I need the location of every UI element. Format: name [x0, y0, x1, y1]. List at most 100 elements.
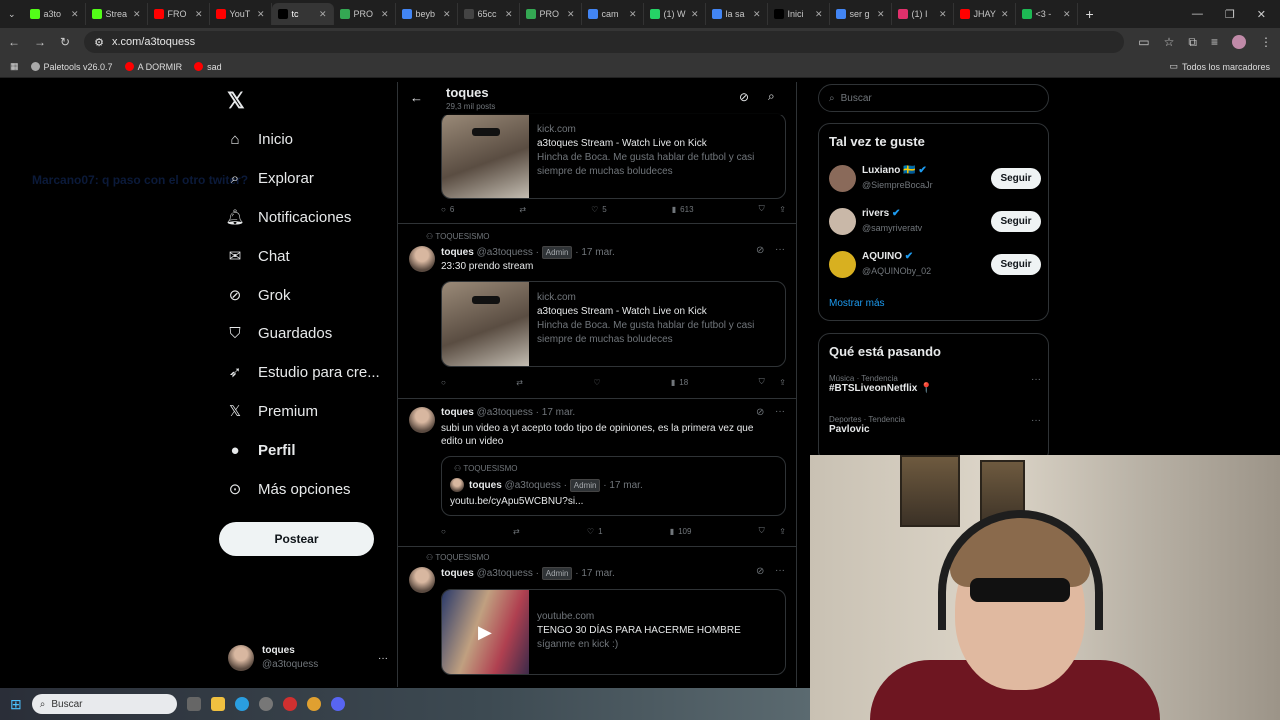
more-icon[interactable]: ··· — [1031, 415, 1041, 426]
close-tab-icon[interactable]: ✕ — [1063, 9, 1071, 20]
browser-tab[interactable]: beyb ✕ — [396, 3, 458, 25]
tweet[interactable]: ⚇ TOQUESISMO toques @a3toquess · Admin ·… — [398, 224, 796, 399]
close-tab-icon[interactable]: ✕ — [691, 9, 699, 20]
repost-button[interactable]: ⇄ — [513, 527, 520, 536]
browser-tab[interactable]: la sa ✕ — [706, 3, 768, 25]
url-input[interactable]: ⚙ x.com/a3toquess — [84, 31, 1125, 53]
windows-start-icon[interactable]: ⊞ — [10, 696, 22, 713]
close-tab-icon[interactable]: ✕ — [381, 9, 389, 20]
apps-icon[interactable]: ▦ — [10, 61, 19, 72]
close-tab-icon[interactable]: ✕ — [567, 9, 575, 20]
file-explorer-icon[interactable] — [210, 697, 225, 711]
nav-item[interactable]: ⌂ Inicio — [226, 130, 293, 148]
close-tab-icon[interactable]: ✕ — [71, 9, 79, 20]
like-button[interactable]: ♡ 1 — [587, 527, 603, 536]
bookmark-item[interactable]: Paletools v26.0.7 — [30, 62, 113, 72]
close-tab-icon[interactable]: ✕ — [257, 9, 265, 20]
follow-button[interactable]: Seguir — [991, 253, 1041, 275]
back-arrow-icon[interactable]: ← — [410, 90, 423, 105]
media-icon[interactable]: ≡ — [1211, 35, 1218, 49]
show-more-link[interactable]: Mostrar más — [829, 298, 885, 309]
video-card[interactable]: ▶ youtube.com TENGO 30 DÍAS PARA HACERME… — [441, 589, 786, 675]
follow-button[interactable]: Seguir — [991, 210, 1041, 232]
nav-item[interactable]: 𝕏 Premium — [226, 402, 318, 421]
close-tab-icon[interactable]: ✕ — [319, 9, 327, 20]
author-handle[interactable]: @a3toquess — [477, 407, 533, 418]
bookmark-item[interactable]: A DORMIR — [124, 62, 182, 72]
browser-tab[interactable]: cam ✕ — [582, 3, 644, 25]
browser-tab[interactable]: PRO ✕ — [334, 3, 396, 25]
browser-tab[interactable]: ser g ✕ — [830, 3, 892, 25]
all-bookmarks[interactable]: ▭ Todos los marcadores — [1169, 61, 1270, 72]
discord-icon[interactable] — [330, 697, 345, 711]
trend-item[interactable]: Deportes · Tendencia Pavlovic ··· — [829, 415, 1041, 435]
post-button[interactable]: Postear — [219, 522, 374, 556]
share-icon[interactable]: ⇪ — [779, 378, 786, 387]
browser-tab[interactable]: PRO ✕ — [520, 3, 582, 25]
reload-icon[interactable]: ↻ — [60, 35, 70, 49]
edge-icon[interactable] — [234, 697, 249, 711]
browser-tab[interactable]: (1) I ✕ — [892, 3, 954, 25]
bookmark-icon[interactable]: ⛉ — [759, 526, 765, 536]
nav-item[interactable]: ⊙ Más opciones — [226, 480, 351, 499]
maximize-icon[interactable]: ❐ — [1225, 8, 1235, 21]
bookmark-icon[interactable]: ⛉ — [759, 377, 765, 387]
back-icon[interactable]: ← — [8, 35, 20, 49]
bookmark-item[interactable]: sad — [194, 62, 222, 72]
browser-tab[interactable]: <3 - ✕ — [1016, 3, 1078, 25]
quote-text[interactable]: youtu.be/cyApu5WCBNU?si... — [450, 496, 583, 507]
link-card[interactable]: kick.com a3toques Stream - Watch Live on… — [441, 113, 786, 199]
more-icon[interactable]: ··· — [775, 244, 785, 255]
task-view-icon[interactable] — [186, 697, 201, 711]
repost-button[interactable]: ⇄ — [516, 378, 523, 387]
forward-icon[interactable]: → — [34, 35, 46, 49]
like-button[interactable]: ♡ 5 — [591, 205, 607, 214]
tweet-date[interactable]: 17 mar. — [581, 247, 614, 258]
nav-item[interactable]: ⊘ Grok — [226, 286, 291, 305]
chrome-icon[interactable] — [306, 697, 321, 711]
settings-icon[interactable] — [258, 697, 273, 711]
minimize-icon[interactable]: — — [1192, 8, 1203, 21]
star-icon[interactable]: ☆ — [1164, 35, 1175, 49]
close-tab-icon[interactable]: ✕ — [1001, 9, 1009, 20]
extensions-icon[interactable]: ⧉ — [1188, 35, 1197, 50]
search-icon[interactable]: ⌕ — [768, 89, 775, 104]
views-button[interactable]: ▮ 613 — [672, 205, 694, 214]
avatar[interactable] — [409, 407, 435, 433]
grok-icon[interactable]: ⊘ — [756, 566, 764, 577]
browser-tab[interactable]: YouT ✕ — [210, 3, 272, 25]
views-button[interactable]: ▮ 109 — [670, 527, 692, 536]
like-button[interactable]: ♡ — [593, 378, 600, 387]
grok-icon[interactable]: ⊘ — [756, 407, 764, 418]
profile-avatar[interactable] — [1232, 35, 1246, 49]
follow-button[interactable]: Seguir — [991, 167, 1041, 189]
close-tab-icon[interactable]: ✕ — [133, 9, 141, 20]
trend-item[interactable]: Música · Tendencia #BTSLiveonNetflix 📍 ··· — [829, 374, 1041, 394]
bookmark-icon[interactable]: ⛉ — [759, 204, 765, 214]
suggestion-row[interactable]: rivers ✔ @samyriveratv Seguir — [829, 207, 1041, 235]
link-card[interactable]: kick.com a3toques Stream - Watch Live on… — [441, 281, 786, 367]
cast-icon[interactable]: ▭ — [1138, 35, 1149, 49]
close-tab-icon[interactable]: ✕ — [877, 9, 885, 20]
author-handle[interactable]: @a3toquess — [477, 247, 533, 258]
browser-tab[interactable]: Strea ✕ — [86, 3, 148, 25]
nav-item[interactable]: ⌕ Explorar — [226, 169, 314, 187]
close-tab-icon[interactable]: ✕ — [939, 9, 947, 20]
avatar[interactable] — [409, 246, 435, 272]
share-icon[interactable]: ⇪ — [779, 527, 786, 536]
tweet[interactable]: toques @a3toquess · 17 mar. ⊘ ··· subi u… — [398, 399, 796, 547]
nav-item[interactable]: ➶ Estudio para cre... — [226, 363, 380, 382]
reply-button[interactable]: ○ — [441, 527, 446, 536]
more-icon[interactable]: ··· — [775, 565, 785, 576]
nav-item[interactable]: 🔔︎ Notificaciones — [225, 208, 351, 227]
close-tab-icon[interactable]: ✕ — [815, 9, 823, 20]
nav-item[interactable]: ⛉ Guardados — [226, 324, 332, 342]
site-info-icon[interactable]: ⚙ — [94, 36, 104, 49]
author-name[interactable]: toques — [441, 247, 474, 258]
new-tab-icon[interactable]: + — [1086, 6, 1094, 22]
suggestion-row[interactable]: Luxiano 🇸🇪 ✔ @SiempreBocaJr Seguir — [829, 164, 1041, 192]
tweet-date[interactable]: 17 mar. — [542, 407, 575, 418]
repost-button[interactable]: ⇄ — [519, 205, 526, 214]
x-logo-icon[interactable]: 𝕏 — [227, 88, 245, 114]
browser-tab[interactable]: tc ✕ — [271, 3, 334, 25]
